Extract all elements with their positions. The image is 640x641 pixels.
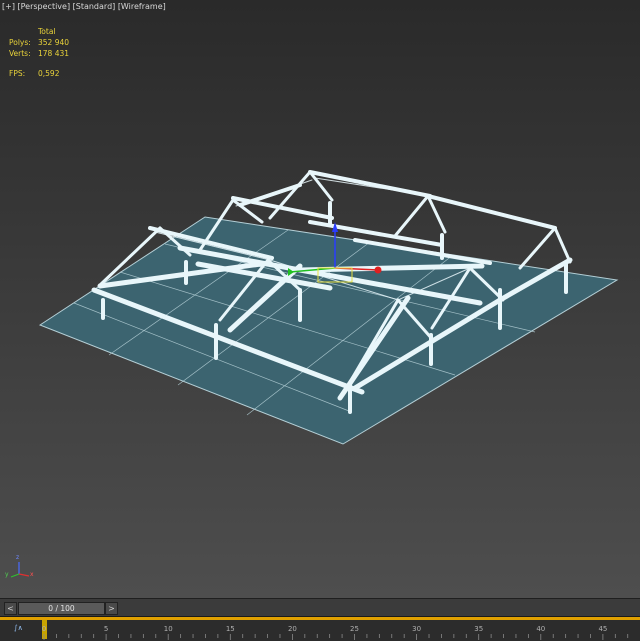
timeline-tick-label: 0 — [42, 625, 46, 633]
axis-tripod: z x y — [2, 554, 36, 582]
axis-z-label: z — [16, 554, 20, 561]
timeline-tick-label: 20 — [288, 625, 297, 633]
time-slider-thumb[interactable]: 0 / 100 — [18, 602, 105, 615]
timeline-tick-label: 30 — [412, 625, 421, 633]
perspective-viewport[interactable]: [+] [Perspective] [Standard] [Wireframe]… — [0, 0, 640, 598]
timeline-tick-label: 10 — [164, 625, 173, 633]
timeline-ruler: 0 5 10 15 20 25 30 35 40 45 — [42, 625, 629, 640]
time-slider-bar: < 0 / 100 > — [0, 598, 640, 617]
gizmo-x-handle[interactable] — [374, 266, 382, 274]
ground-plane[interactable] — [38, 216, 619, 445]
axis-y-label: y — [5, 571, 9, 578]
next-frame-button[interactable]: > — [105, 602, 118, 615]
axis-x-label: x — [30, 571, 34, 578]
timeline-tick-label: 25 — [350, 625, 359, 633]
timeline-track[interactable]: ∫∧ 0 5 10 15 20 25 30 35 40 45 — [0, 616, 640, 641]
timeline-tick-label: 15 — [226, 625, 235, 633]
timeline-tick-label: 5 — [104, 625, 108, 633]
timeline-tick-label: 45 — [598, 625, 607, 633]
scene-3d[interactable] — [0, 0, 640, 598]
timeline-tick-label: 40 — [536, 625, 545, 633]
timeline-tick-label: 35 — [474, 625, 483, 633]
previous-frame-button[interactable]: < — [4, 602, 17, 615]
